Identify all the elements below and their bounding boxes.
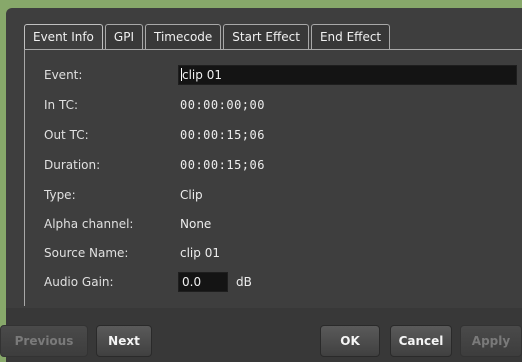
tab-start-effect[interactable]: Start Effect — [223, 24, 309, 50]
ok-button[interactable]: OK — [320, 325, 380, 357]
in-tc-row: In TC: 00:00:00;00 — [25, 95, 522, 117]
tab-bar: Event Info GPI Timecode Start Effect End… — [24, 24, 392, 50]
tab-timecode[interactable]: Timecode — [144, 24, 222, 50]
source-name-label: Source Name: — [44, 246, 129, 260]
event-info-panel: Event: clip 01 In TC: 00:00:00;00 Out TC… — [24, 49, 522, 306]
alpha-channel-value: None — [180, 217, 212, 231]
source-name-value: clip 01 — [180, 246, 220, 260]
source-row: Source Name: clip 01 — [25, 243, 522, 265]
event-label: Event: — [44, 68, 83, 82]
cancel-button[interactable]: Cancel — [390, 325, 452, 357]
tab-gpi[interactable]: GPI — [104, 24, 143, 50]
button-bar: Previous Next OK Cancel Apply — [0, 308, 522, 362]
out-tc-label: Out TC: — [44, 128, 89, 142]
event-name-value: clip 01 — [182, 68, 222, 82]
type-value: Clip — [180, 188, 203, 202]
event-name-input[interactable]: clip 01 — [178, 65, 517, 85]
duration-label: Duration: — [44, 158, 101, 172]
previous-button[interactable]: Previous — [0, 325, 88, 357]
out-tc-row: Out TC: 00:00:15;06 — [25, 125, 522, 147]
alpha-channel-label: Alpha channel: — [44, 217, 134, 231]
in-tc-label: In TC: — [44, 98, 79, 112]
event-row: Event: clip 01 — [25, 65, 522, 87]
out-tc-value: 00:00:15;06 — [180, 128, 265, 142]
duration-value: 00:00:15;06 — [180, 158, 265, 172]
type-row: Type: Clip — [25, 185, 522, 207]
audio-gain-unit: dB — [236, 275, 252, 289]
audio-gain-row: Audio Gain: 0.0 dB — [25, 272, 522, 294]
apply-button[interactable]: Apply — [460, 325, 522, 357]
in-tc-value: 00:00:00;00 — [180, 98, 265, 112]
tab-event-info[interactable]: Event Info — [24, 24, 103, 50]
alpha-row: Alpha channel: None — [25, 214, 522, 236]
tab-end-effect[interactable]: End Effect — [310, 24, 391, 50]
next-button[interactable]: Next — [96, 325, 152, 357]
event-dialog: Event Info GPI Timecode Start Effect End… — [0, 8, 522, 362]
audio-gain-label: Audio Gain: — [44, 275, 114, 289]
type-label: Type: — [44, 188, 76, 202]
audio-gain-input[interactable]: 0.0 — [178, 272, 228, 292]
duration-row: Duration: 00:00:15;06 — [25, 155, 522, 177]
